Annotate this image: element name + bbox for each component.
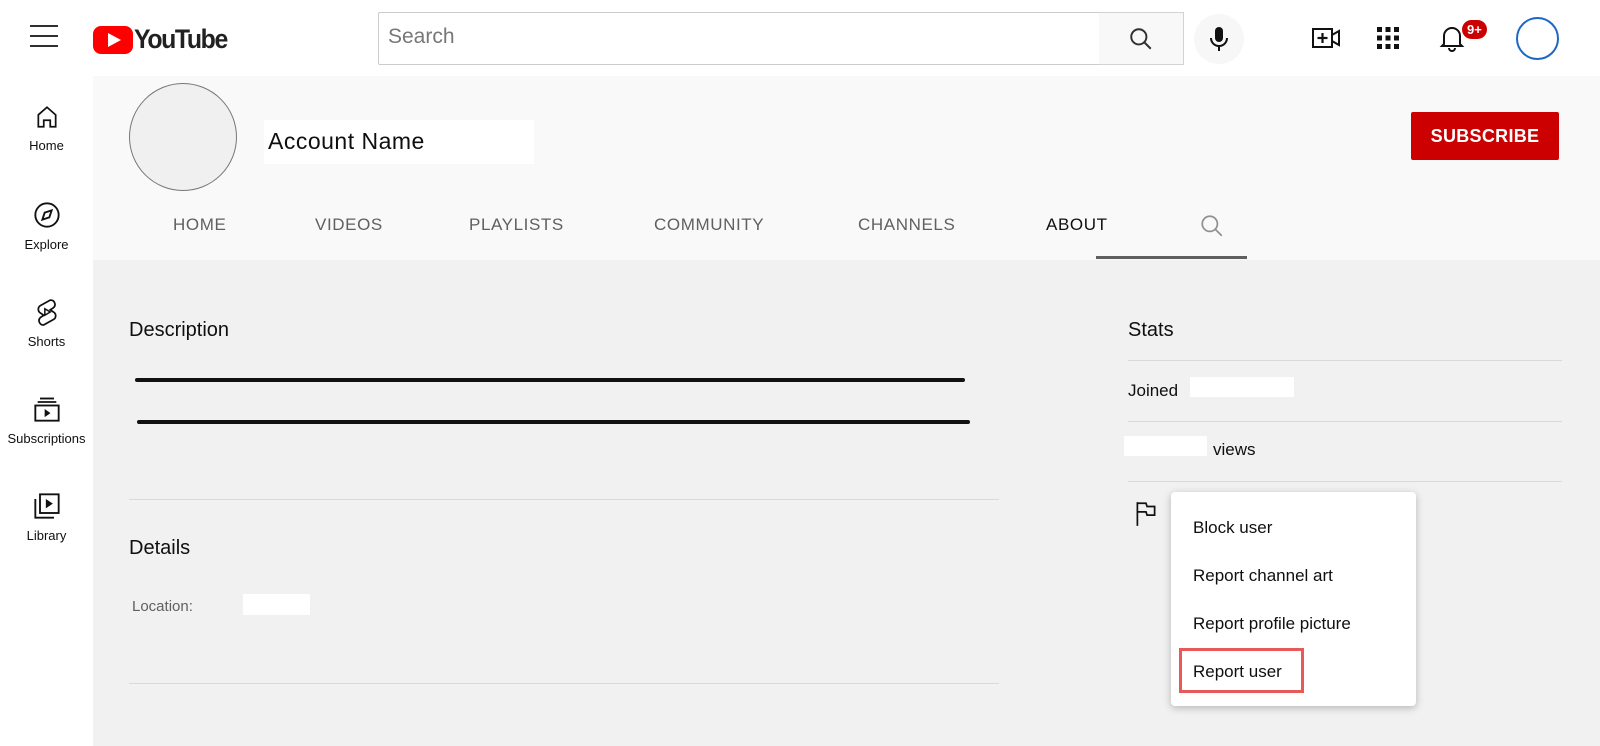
active-tab-indicator xyxy=(1096,256,1247,259)
description-heading: Description xyxy=(129,319,230,341)
search-icon xyxy=(1201,215,1223,237)
sidebar: Home Explore Shorts Subscriptions Librar… xyxy=(0,76,93,746)
create-video-button[interactable] xyxy=(1310,22,1342,54)
subscriptions-icon xyxy=(33,397,60,422)
details-heading: Details xyxy=(129,537,191,559)
home-icon xyxy=(36,106,57,128)
apps-grid-icon xyxy=(1377,27,1399,49)
tab-videos[interactable]: VIDEOS xyxy=(315,215,383,235)
joined-label: Joined xyxy=(1128,381,1179,400)
notification-count-badge: 9+ xyxy=(1462,20,1487,39)
sidebar-item-shorts[interactable]: Shorts xyxy=(0,298,93,349)
compass-icon xyxy=(33,202,60,228)
report-flag-button[interactable] xyxy=(1133,500,1159,533)
subscribe-button[interactable]: SUBSCRIBE xyxy=(1411,112,1559,160)
youtube-logo[interactable]: YouTube xyxy=(93,24,235,55)
stats-heading: Stats xyxy=(1128,319,1174,341)
divider xyxy=(1128,360,1562,361)
tab-channels[interactable]: CHANNELS xyxy=(858,215,955,235)
location-label: Location: xyxy=(132,598,193,615)
youtube-play-icon xyxy=(93,25,133,54)
menu-item-report-channel-art[interactable]: Report channel art xyxy=(1193,566,1333,586)
search-icon xyxy=(1130,27,1152,49)
account-avatar[interactable] xyxy=(1516,17,1559,60)
sidebar-item-subscriptions[interactable]: Subscriptions xyxy=(0,395,93,446)
channel-header: Account Name SUBSCRIBE HOME VIDEOS PLAYL… xyxy=(93,76,1600,260)
tab-home[interactable]: HOME xyxy=(173,215,226,235)
joined-date-redacted xyxy=(1190,377,1294,397)
search-button[interactable] xyxy=(1099,12,1184,65)
divider xyxy=(1128,421,1562,422)
flag-icon xyxy=(1136,502,1156,526)
channel-avatar xyxy=(129,83,237,191)
divider xyxy=(129,499,999,500)
channel-search-button[interactable] xyxy=(1199,213,1225,244)
tab-community[interactable]: COMMUNITY xyxy=(654,215,764,235)
voice-search-button[interactable] xyxy=(1194,14,1244,64)
sidebar-item-label: Library xyxy=(26,528,67,543)
menu-icon[interactable] xyxy=(30,25,58,49)
video-camera-plus-icon xyxy=(1312,28,1340,48)
tab-about[interactable]: ABOUT xyxy=(1046,215,1108,235)
channel-name: Account Name xyxy=(264,120,534,164)
menu-item-block-user[interactable]: Block user xyxy=(1193,518,1272,538)
sidebar-item-label: Explore xyxy=(24,237,69,252)
divider xyxy=(129,683,999,684)
sidebar-item-label: Subscriptions xyxy=(7,431,86,446)
search-input[interactable]: Search xyxy=(378,12,1100,65)
shorts-icon xyxy=(36,299,57,326)
sidebar-item-explore[interactable]: Explore xyxy=(0,201,93,252)
sidebar-item-label: Home xyxy=(29,138,64,153)
apps-button[interactable] xyxy=(1372,22,1404,54)
views-label: views xyxy=(1213,440,1256,459)
library-icon xyxy=(33,493,60,519)
description-redaction-line xyxy=(137,420,970,424)
divider xyxy=(1128,481,1562,482)
report-user-highlight xyxy=(1179,648,1304,693)
sidebar-item-library[interactable]: Library xyxy=(0,492,93,543)
menu-item-report-profile-picture[interactable]: Report profile picture xyxy=(1193,614,1351,634)
sidebar-item-home[interactable]: Home xyxy=(0,104,93,153)
view-count-redacted xyxy=(1124,436,1207,456)
top-bar: YouTube Search 9+ xyxy=(0,0,1600,76)
location-value-redacted xyxy=(243,594,310,615)
sidebar-item-label: Shorts xyxy=(27,334,66,349)
tab-playlists[interactable]: PLAYLISTS xyxy=(469,215,564,235)
description-redaction-line xyxy=(135,378,965,382)
microphone-icon xyxy=(1210,27,1228,51)
